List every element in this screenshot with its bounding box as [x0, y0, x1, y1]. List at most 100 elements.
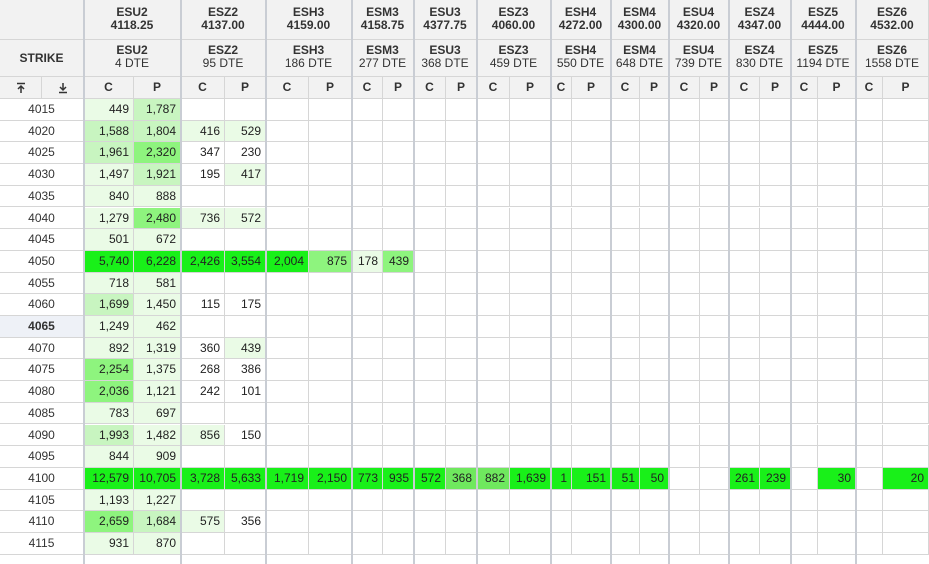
put-open-interest-cell[interactable] — [383, 207, 414, 230]
put-open-interest-cell[interactable]: 50 — [640, 467, 669, 490]
call-open-interest-cell[interactable]: 1 — [551, 467, 572, 490]
put-open-interest-cell[interactable] — [446, 337, 477, 360]
dte-header-esz2[interactable]: ESZ2 95 DTE — [181, 40, 266, 77]
put-open-interest-cell[interactable]: 1,921 — [134, 164, 181, 186]
put-open-interest-cell[interactable] — [640, 207, 669, 230]
put-open-interest-cell[interactable] — [572, 120, 611, 143]
call-open-interest-cell[interactable] — [729, 142, 760, 165]
put-open-interest-cell[interactable] — [883, 424, 929, 447]
put-open-interest-cell[interactable] — [760, 250, 791, 273]
expiry-header-esh3[interactable]: ESH3 4159.00 — [266, 0, 352, 40]
put-open-interest-cell[interactable] — [383, 185, 414, 208]
put-open-interest-cell[interactable] — [446, 381, 477, 403]
put-open-interest-cell[interactable] — [446, 99, 477, 121]
pin-bottom-icon[interactable] — [42, 77, 84, 99]
put-open-interest-cell[interactable] — [383, 533, 414, 555]
call-open-interest-cell[interactable] — [181, 402, 225, 425]
put-open-interest-cell[interactable] — [309, 511, 352, 533]
put-open-interest-cell[interactable] — [383, 164, 414, 186]
call-open-interest-cell[interactable] — [352, 316, 383, 338]
call-open-interest-cell[interactable] — [729, 359, 760, 382]
call-open-interest-cell[interactable] — [266, 164, 309, 186]
call-open-interest-cell[interactable] — [477, 272, 510, 295]
call-open-interest-cell[interactable]: 2,004 — [266, 250, 309, 273]
call-open-interest-cell[interactable] — [611, 359, 640, 382]
call-open-interest-cell[interactable]: 2,036 — [84, 381, 134, 403]
put-open-interest-cell[interactable] — [309, 489, 352, 512]
put-open-interest-cell[interactable] — [510, 359, 551, 382]
put-open-interest-cell[interactable] — [760, 316, 791, 338]
put-open-interest-cell[interactable]: 1,684 — [134, 511, 181, 533]
put-open-interest-cell[interactable] — [383, 402, 414, 425]
call-open-interest-cell[interactable] — [856, 424, 883, 447]
call-open-interest-cell[interactable] — [266, 294, 309, 316]
call-open-interest-cell[interactable] — [352, 381, 383, 403]
put-open-interest-cell[interactable] — [818, 185, 856, 208]
expiry-header-esz4[interactable]: ESZ4 4347.00 — [729, 0, 791, 40]
put-open-interest-cell[interactable] — [760, 446, 791, 468]
call-open-interest-cell[interactable]: 856 — [181, 424, 225, 447]
put-open-interest-cell[interactable]: 10,705 — [134, 467, 181, 490]
put-open-interest-cell[interactable] — [225, 489, 266, 512]
call-open-interest-cell[interactable] — [611, 142, 640, 165]
put-open-interest-cell[interactable] — [883, 207, 929, 230]
put-open-interest-cell[interactable] — [309, 294, 352, 316]
call-open-interest-cell[interactable] — [669, 424, 700, 447]
call-open-interest-cell[interactable] — [352, 294, 383, 316]
put-column-header[interactable]: P — [818, 77, 856, 99]
put-column-header[interactable]: P — [572, 77, 611, 99]
put-open-interest-cell[interactable] — [446, 294, 477, 316]
put-open-interest-cell[interactable] — [700, 185, 729, 208]
call-open-interest-cell[interactable] — [414, 402, 446, 425]
call-open-interest-cell[interactable] — [669, 294, 700, 316]
strike-cell[interactable]: 4040 — [0, 207, 84, 230]
call-open-interest-cell[interactable]: 268 — [181, 359, 225, 382]
put-column-header[interactable]: P — [383, 77, 414, 99]
put-open-interest-cell[interactable] — [883, 381, 929, 403]
call-open-interest-cell[interactable] — [551, 164, 572, 186]
put-open-interest-cell[interactable] — [446, 120, 477, 143]
call-open-interest-cell[interactable] — [352, 185, 383, 208]
put-open-interest-cell[interactable] — [818, 164, 856, 186]
put-open-interest-cell[interactable] — [818, 207, 856, 230]
pin-top-icon[interactable] — [0, 77, 42, 99]
call-column-header[interactable]: C — [551, 77, 572, 99]
put-open-interest-cell[interactable] — [818, 316, 856, 338]
put-column-header[interactable]: P — [225, 77, 266, 99]
call-open-interest-cell[interactable] — [856, 164, 883, 186]
call-open-interest-cell[interactable] — [551, 337, 572, 360]
expiry-header-esz3[interactable]: ESZ3 4060.00 — [477, 0, 551, 40]
put-open-interest-cell[interactable] — [309, 446, 352, 468]
put-open-interest-cell[interactable] — [510, 229, 551, 251]
call-open-interest-cell[interactable] — [352, 446, 383, 468]
call-open-interest-cell[interactable] — [791, 142, 818, 165]
put-open-interest-cell[interactable] — [818, 294, 856, 316]
put-open-interest-cell[interactable] — [818, 511, 856, 533]
put-open-interest-cell[interactable] — [383, 272, 414, 295]
call-column-header[interactable]: C — [729, 77, 760, 99]
strike-cell[interactable]: 4045 — [0, 229, 84, 251]
call-open-interest-cell[interactable]: 261 — [729, 467, 760, 490]
put-open-interest-cell[interactable] — [700, 164, 729, 186]
put-open-interest-cell[interactable] — [818, 402, 856, 425]
call-open-interest-cell[interactable]: 844 — [84, 446, 134, 468]
call-open-interest-cell[interactable] — [611, 272, 640, 295]
put-open-interest-cell[interactable] — [383, 511, 414, 533]
dte-header-esm4[interactable]: ESM4 648 DTE — [611, 40, 669, 77]
call-column-header[interactable]: C — [181, 77, 225, 99]
put-open-interest-cell[interactable] — [760, 142, 791, 165]
call-open-interest-cell[interactable] — [266, 272, 309, 295]
call-open-interest-cell[interactable] — [352, 142, 383, 165]
dte-header-esu3[interactable]: ESU3 368 DTE — [414, 40, 477, 77]
call-column-header[interactable]: C — [414, 77, 446, 99]
put-open-interest-cell[interactable] — [640, 446, 669, 468]
call-open-interest-cell[interactable] — [352, 207, 383, 230]
call-open-interest-cell[interactable] — [414, 446, 446, 468]
put-open-interest-cell[interactable]: 2,320 — [134, 142, 181, 165]
put-open-interest-cell[interactable] — [818, 229, 856, 251]
put-open-interest-cell[interactable] — [640, 99, 669, 121]
call-open-interest-cell[interactable] — [791, 381, 818, 403]
put-open-interest-cell[interactable]: 150 — [225, 424, 266, 447]
put-open-interest-cell[interactable] — [700, 489, 729, 512]
put-open-interest-cell[interactable]: 462 — [134, 316, 181, 338]
